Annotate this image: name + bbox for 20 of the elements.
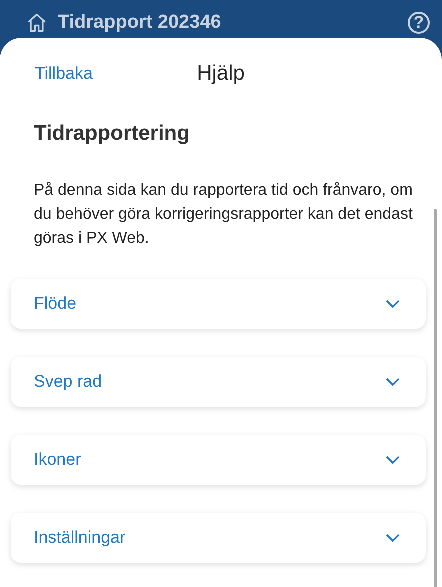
help-button[interactable]: ? bbox=[408, 12, 430, 34]
accordion-item[interactable]: Ikoner bbox=[11, 435, 426, 485]
section-heading: Tidrapportering bbox=[34, 122, 191, 146]
accordion-item[interactable]: Flöde bbox=[11, 279, 426, 329]
chevron-icon bbox=[386, 378, 400, 386]
help-text: På denna sida kan du rapportera tid och frånvaro, om du behöver göra korrigeringsrapporter kan det endast göras i PX Web. bbox=[34, 181, 414, 249]
chevron-icon bbox=[386, 456, 400, 464]
accordion-label: Svep rad bbox=[34, 372, 102, 392]
sheet-title: Hjälp bbox=[197, 62, 245, 86]
accordion-item[interactable]: Inställningar bbox=[11, 513, 426, 563]
accordion-label: Inställningar bbox=[34, 528, 126, 548]
accordion-label: Flöde bbox=[34, 294, 77, 314]
accordion-item[interactable]: Svep rad bbox=[11, 357, 426, 407]
chevron-icon bbox=[386, 300, 400, 308]
app-title: Tidrapport 202346 bbox=[58, 12, 222, 34]
accordion-label: Ikoner bbox=[34, 450, 82, 470]
chevron-icon bbox=[386, 534, 400, 542]
home-icon[interactable] bbox=[26, 12, 48, 34]
back-link[interactable]: Tillbaka bbox=[35, 64, 93, 84]
scrollbar[interactable] bbox=[434, 209, 437, 587]
